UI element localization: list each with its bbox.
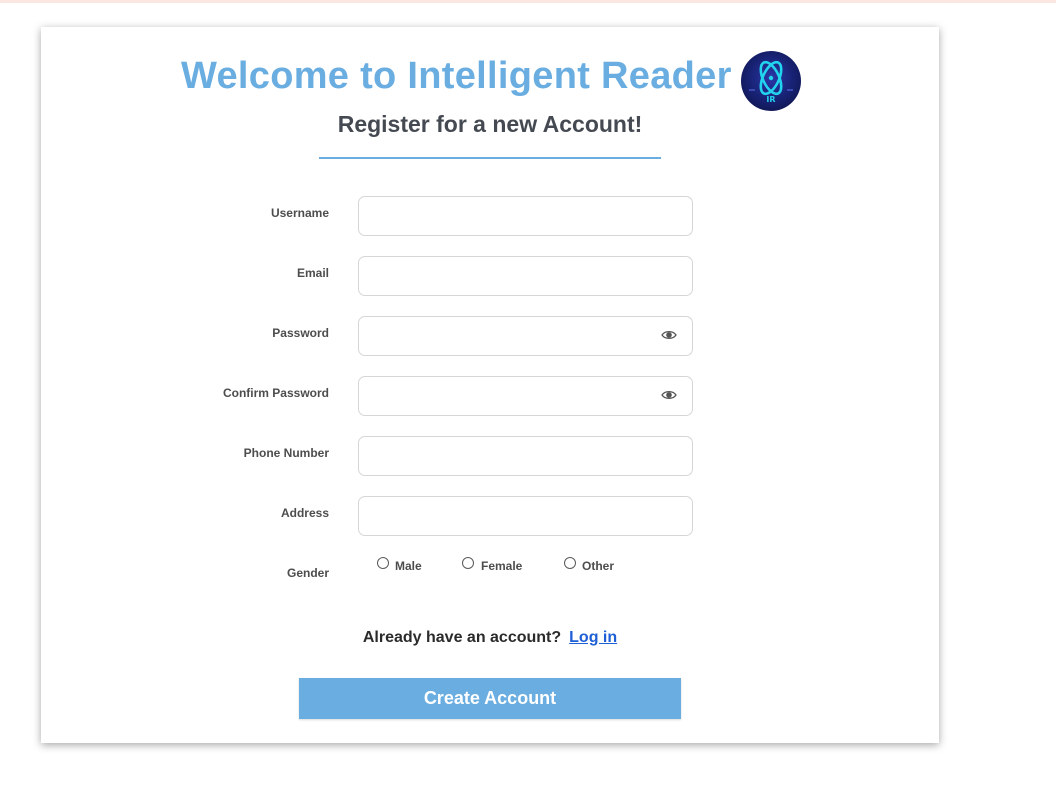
header: Welcome to Intelligent Reader IR xyxy=(41,51,939,113)
header-divider xyxy=(319,157,661,159)
phone-number-label: Phone Number xyxy=(243,446,329,460)
gender-male-radio[interactable] xyxy=(377,557,389,569)
address-input[interactable] xyxy=(358,496,693,536)
confirm-password-input[interactable] xyxy=(358,376,693,416)
intelligent-reader-logo: IR xyxy=(741,51,801,111)
already-have-account-text: Already have an account? xyxy=(362,629,562,646)
page-subtitle: Register for a new Account! xyxy=(337,111,643,137)
username-input[interactable] xyxy=(358,196,693,236)
gender-other-radio[interactable] xyxy=(564,557,576,569)
top-border-line xyxy=(0,0,1056,3)
create-account-button[interactable]: Create Account xyxy=(299,678,681,719)
show-confirm-password-eye-icon[interactable] xyxy=(661,389,677,401)
gender-other-label[interactable]: Other xyxy=(582,559,614,573)
confirm-password-label: Confirm Password xyxy=(222,386,329,400)
login-link[interactable]: Log in xyxy=(569,629,617,646)
show-password-eye-icon[interactable] xyxy=(661,329,677,341)
password-label: Password xyxy=(272,326,329,340)
registration-card: Welcome to Intelligent Reader IR Registe… xyxy=(41,27,939,743)
password-input[interactable] xyxy=(358,316,693,356)
page-title: Welcome to Intelligent Reader xyxy=(181,55,732,97)
login-prompt: Already have an account? Log in xyxy=(41,629,939,647)
gender-female-label[interactable]: Female xyxy=(481,559,522,573)
gender-label: Gender xyxy=(286,566,329,580)
username-label: Username xyxy=(270,206,329,220)
address-label: Address xyxy=(280,506,329,520)
logo-label: IR xyxy=(766,95,776,104)
phone-number-input[interactable] xyxy=(358,436,693,476)
email-input[interactable] xyxy=(358,256,693,296)
gender-female-radio[interactable] xyxy=(462,557,474,569)
email-label: Email xyxy=(296,266,329,280)
gender-male-label[interactable]: Male xyxy=(395,559,422,573)
